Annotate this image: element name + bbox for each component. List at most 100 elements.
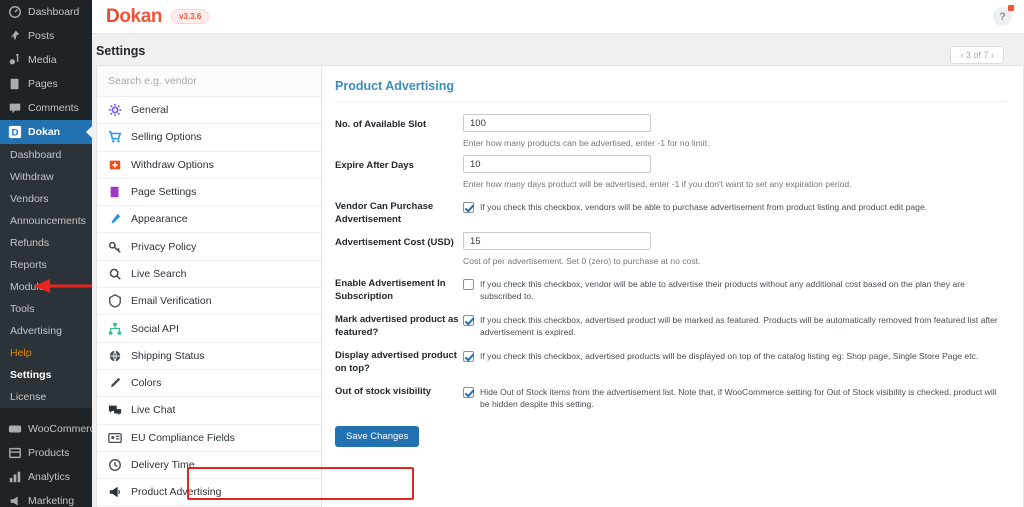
checkbox-out-of-stock-visibility[interactable]: [463, 387, 474, 398]
shield-icon: [109, 294, 121, 309]
sidebar-item-dokan[interactable]: D Dokan: [0, 120, 92, 144]
sidebar-item-posts[interactable]: Posts: [0, 24, 92, 48]
wp-admin-sidebar: Dashboard Posts Media Pages Comments D Dokan…: [0, 0, 92, 507]
field-row-enable-advertisement-in-subscription: Enable Advertisement In Subscription If y…: [335, 271, 1007, 303]
settings-nav-item-social-api[interactable]: Social API: [97, 315, 321, 343]
submenu-label: Reports: [10, 259, 47, 271]
settings-nav-item-colors[interactable]: Colors: [97, 370, 321, 398]
sidebar-divider: [0, 408, 92, 417]
input-expire-after-days[interactable]: 10: [463, 155, 651, 173]
field-row-no-of-available-slot: No. of Available Slot 100 Enter how many p…: [335, 112, 1007, 149]
settings-nav-item-appearance[interactable]: Appearance: [97, 206, 321, 234]
dokan-header: Dokan v3.3.6 ?: [92, 0, 1024, 34]
sidebar-item-analytics[interactable]: Analytics: [0, 465, 92, 489]
checkbox-label: If you check this checkbox, advertised p…: [480, 315, 998, 337]
clock-icon: [109, 459, 121, 471]
checkbox-vendor-can-purchase-advertisement[interactable]: [463, 202, 474, 213]
products-icon: [9, 447, 21, 459]
dokan-submenu-item-settings[interactable]: Settings: [0, 364, 92, 386]
notification-dot: [1008, 5, 1014, 11]
gear-icon: [108, 104, 122, 117]
submenu-label: Withdraw: [10, 171, 54, 183]
sidebar-item-woocommerce[interactable]: WooCommerce: [0, 417, 92, 441]
dokan-submenu-item-dashboard[interactable]: Dashboard: [0, 144, 92, 166]
dokan-submenu-item-help[interactable]: Help: [0, 342, 92, 364]
marketing-icon: [10, 496, 18, 506]
sidebar-item-label: WooCommerce: [28, 423, 92, 435]
submenu-label: Vendors: [10, 193, 49, 205]
key-icon: [108, 241, 121, 253]
dokan-submenu-item-tools[interactable]: Tools: [0, 298, 92, 320]
settings-nav-item-selling-options[interactable]: Selling Options: [97, 124, 321, 152]
analytics-icon: [9, 471, 21, 483]
settings-nav-item-live-chat[interactable]: Live Chat: [97, 397, 321, 425]
settings-nav-item-shipping-status[interactable]: Shipping Status: [97, 343, 321, 370]
field-row-vendor-can-purchase-advertisement: Vendor Can Purchase Advertisement If you …: [335, 194, 1007, 226]
field-label: Enable Advertisement In Subscription: [335, 278, 446, 302]
dokan-submenu-item-refunds[interactable]: Refunds: [0, 232, 92, 254]
submenu-label: Tools: [10, 303, 35, 315]
svg-text:D: D: [12, 128, 19, 139]
dokan-logo: Dokan: [106, 5, 163, 27]
dokan-submenu-item-reports[interactable]: Reports: [0, 254, 92, 276]
dokan-submenu-item-withdraw[interactable]: Withdraw: [0, 166, 92, 188]
sidebar-item-products[interactable]: Products: [0, 441, 92, 465]
sidebar-item-media[interactable]: Media: [0, 48, 92, 72]
input-advertisement-cost-usd[interactable]: 15: [463, 232, 651, 250]
settings-nav-item-live-search[interactable]: Live Search: [97, 261, 321, 289]
sidebar-item-dashboard[interactable]: Dashboard: [0, 0, 92, 24]
dokan-icon: D: [8, 125, 22, 139]
checkbox-label: If you check this checkbox, vendor will …: [480, 279, 965, 301]
search-input[interactable]: Search e.g. vendor: [97, 66, 321, 97]
settings-nav-item-delivery-time[interactable]: Delivery Time: [97, 452, 321, 480]
checkbox-label: Hide Out of Stock items from the adverti…: [480, 387, 997, 409]
pages-icon: [110, 186, 119, 198]
settings-nav-label: Social API: [131, 322, 179, 335]
submenu-label: License: [10, 391, 47, 403]
sidebar-item-marketing[interactable]: Marketing: [0, 489, 92, 507]
dokan-submenu-item-vendors[interactable]: Vendors: [0, 188, 92, 210]
page-title: Settings: [96, 44, 146, 58]
checkbox-mark-advertised-product-as-featured[interactable]: [463, 315, 474, 326]
checkbox-enable-advertisement-in-subscription[interactable]: [463, 279, 474, 290]
input-no-of-available-slot[interactable]: 100: [463, 114, 651, 132]
settings-content-panel: Product Advertising No. of Available Slo…: [322, 65, 1024, 507]
chat-icon: [108, 406, 122, 416]
sidebar-item-comments[interactable]: Comments: [0, 96, 92, 120]
field-label: Mark advertised product as featured?: [335, 314, 459, 338]
dokan-submenu-item-advertising[interactable]: Advertising: [0, 320, 92, 342]
sidebar-item-label: Marketing: [28, 495, 75, 507]
dokan-submenu-item-announcements[interactable]: Announcements: [0, 210, 92, 232]
settings-nav-label: Delivery Time: [131, 459, 195, 471]
sitemap-icon: [108, 322, 122, 335]
settings-nav-item-email-verification[interactable]: Email Verification: [97, 288, 321, 316]
settings-nav-item-eu-compliance-fields[interactable]: EU Compliance Fields: [97, 425, 321, 452]
sidebar-item-label: Analytics: [28, 471, 71, 483]
comments-icon: [9, 103, 21, 114]
sidebar-item-label: Comments: [28, 102, 79, 114]
checkbox-label: If you check this checkbox, vendors will…: [480, 202, 928, 212]
dokan-submenu-item-license[interactable]: License: [0, 386, 92, 408]
settings-nav-label: Page Settings: [131, 186, 197, 199]
brush-icon: [111, 214, 121, 224]
field-row-out-of-stock-visibility: Out of stock visibility Hide Out of Stock…: [335, 379, 1007, 410]
checkbox-display-advertised-product-on-top[interactable]: [463, 351, 474, 362]
field-label: No. of Available Slot: [335, 119, 427, 130]
paintbrush-icon: [111, 377, 121, 388]
save-button[interactable]: Save Changes: [335, 426, 420, 447]
sidebar-item-label: Pages: [28, 78, 58, 90]
pagination-control[interactable]: ‹ 3 of 7 ›: [950, 46, 1004, 64]
settings-nav-item-page-settings[interactable]: Page Settings: [97, 179, 321, 207]
sidebar-item-pages[interactable]: Pages: [0, 72, 92, 96]
settings-nav-item-product-advertising[interactable]: Product Advertising: [97, 479, 321, 507]
settings-nav-item-withdraw-options[interactable]: Withdraw Options: [97, 152, 321, 179]
withdraw-icon: [109, 160, 121, 170]
settings-nav: Search e.g. vendor General Selling Option…: [96, 65, 322, 507]
settings-nav-item-general[interactable]: General: [97, 97, 321, 125]
globe-icon: [109, 350, 121, 363]
submenu-label: Advertising: [10, 325, 62, 337]
sidebar-item-label: Dashboard: [28, 6, 80, 18]
submenu-label: Help: [10, 347, 32, 359]
annotation-arrow: [34, 279, 92, 293]
settings-nav-item-privacy-policy[interactable]: Privacy Policy: [97, 233, 321, 261]
